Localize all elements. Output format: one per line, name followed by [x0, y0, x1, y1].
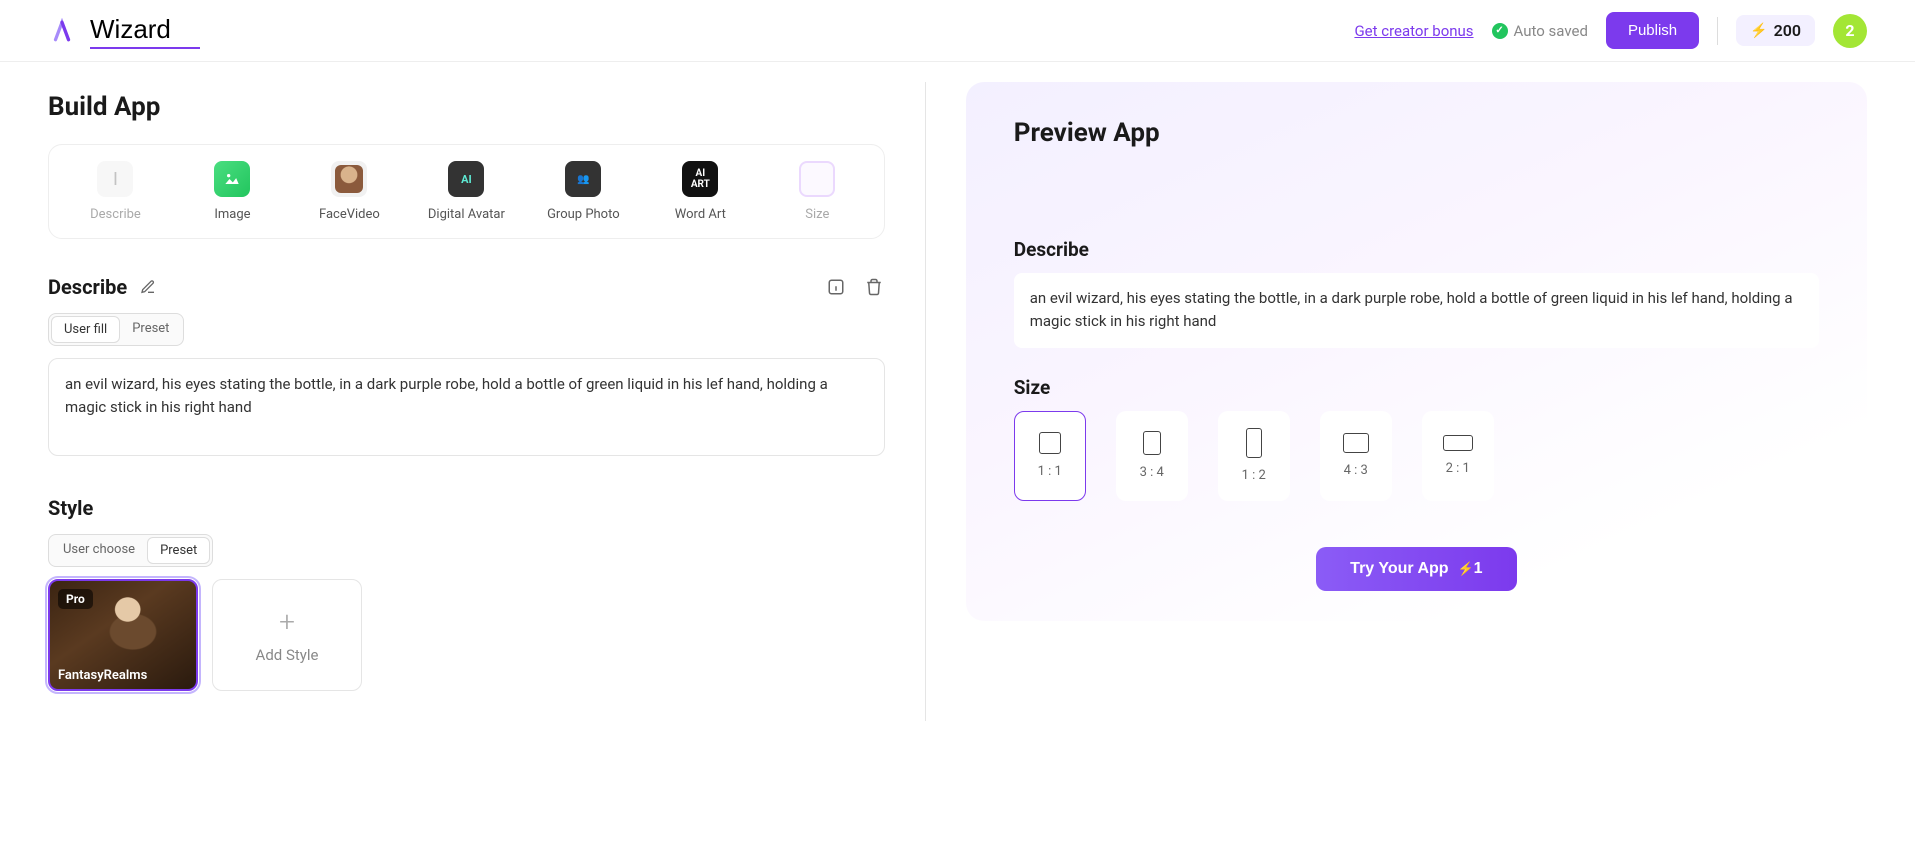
- tab-user-fill[interactable]: User fill: [51, 316, 120, 343]
- ratio-icon: [1343, 433, 1369, 453]
- style-heading: Style: [48, 496, 93, 520]
- tab-preset[interactable]: Preset: [120, 316, 181, 343]
- size-label: 2 : 1: [1446, 461, 1470, 476]
- build-pane: Build App I Describe Image FaceVideo AI …: [48, 62, 885, 721]
- autosaved-label: Auto saved: [1514, 22, 1588, 40]
- credits-badge[interactable]: ⚡ 200: [1736, 15, 1815, 46]
- tool-label: Image: [214, 207, 250, 222]
- describe-input[interactable]: [48, 358, 885, 456]
- describe-tabs: User fill Preset: [48, 313, 184, 346]
- style-row: Pro FantasyRealms + Add Style: [48, 579, 885, 691]
- style-tabs: User choose Preset: [48, 534, 213, 567]
- style-header: Style: [48, 496, 885, 520]
- tool-label: FaceVideo: [319, 207, 380, 222]
- creator-bonus-link[interactable]: Get creator bonus: [1354, 22, 1473, 40]
- preview-size-heading: Size: [1014, 376, 1819, 399]
- preview-describe-text: an evil wizard, his eyes stating the bot…: [1014, 273, 1819, 348]
- text-icon: I: [97, 161, 133, 197]
- tool-describe[interactable]: I Describe: [59, 161, 172, 222]
- face-icon: [331, 161, 367, 197]
- info-icon[interactable]: [825, 276, 847, 298]
- size-label: 1 : 1: [1038, 464, 1062, 479]
- size-label: 3 : 4: [1140, 465, 1164, 480]
- size-1-1[interactable]: 1 : 1: [1014, 411, 1086, 501]
- avatar[interactable]: 2: [1833, 14, 1867, 48]
- group-icon: 👥: [565, 161, 601, 197]
- tool-digital-avatar[interactable]: AI Digital Avatar: [410, 161, 523, 222]
- app-name-input[interactable]: [90, 12, 200, 49]
- size-icon: [799, 161, 835, 197]
- tool-group-photo[interactable]: 👥 Group Photo: [527, 161, 640, 222]
- add-style-label: Add Style: [256, 646, 319, 664]
- header: Get creator bonus ✓ Auto saved Publish ⚡…: [0, 0, 1915, 62]
- preview-panel: Preview App Describe an evil wizard, his…: [966, 82, 1867, 621]
- tool-size[interactable]: Size: [761, 161, 874, 222]
- size-label: 1 : 2: [1242, 468, 1266, 483]
- image-icon: [214, 161, 250, 197]
- credits-value: 200: [1774, 21, 1801, 40]
- ratio-icon: [1039, 432, 1061, 454]
- try-cost: 1: [1474, 560, 1483, 577]
- preview-describe-heading: Describe: [1014, 238, 1819, 261]
- describe-heading: Describe: [48, 275, 127, 299]
- size-label: 4 : 3: [1344, 463, 1368, 478]
- plus-icon: +: [279, 605, 295, 638]
- preview-title: Preview App: [1014, 118, 1819, 148]
- bolt-icon: ⚡: [1750, 23, 1767, 39]
- pro-badge: Pro: [58, 589, 93, 609]
- style-name: FantasyRealms: [58, 668, 147, 683]
- main: Build App I Describe Image FaceVideo AI …: [0, 62, 1915, 721]
- tool-label: Digital Avatar: [428, 207, 505, 222]
- tool-label: Size: [805, 207, 829, 222]
- tool-label: Word Art: [675, 207, 726, 222]
- header-right: Get creator bonus ✓ Auto saved Publish ⚡…: [1354, 12, 1867, 49]
- logo-icon: [48, 17, 76, 45]
- size-4-3[interactable]: 4 : 3: [1320, 411, 1392, 501]
- tool-label: Describe: [90, 207, 141, 222]
- trash-icon[interactable]: [863, 276, 885, 298]
- pane-divider: [925, 82, 926, 721]
- autosaved-status: ✓ Auto saved: [1492, 22, 1588, 40]
- wordart-icon: AIART: [682, 161, 718, 197]
- edit-icon[interactable]: [137, 276, 159, 298]
- ratio-icon: [1143, 431, 1161, 455]
- add-style-button[interactable]: + Add Style: [212, 579, 362, 691]
- tab-style-preset[interactable]: Preset: [147, 537, 210, 564]
- try-your-app-button[interactable]: Try Your App ⚡1: [1316, 547, 1516, 591]
- style-thumb: [80, 591, 186, 665]
- header-left: [48, 12, 200, 49]
- publish-button[interactable]: Publish: [1606, 12, 1699, 49]
- tab-user-choose[interactable]: User choose: [51, 537, 147, 564]
- divider: [1717, 17, 1718, 45]
- tool-facevideo[interactable]: FaceVideo: [293, 161, 406, 222]
- ratio-icon: [1443, 435, 1473, 451]
- try-label: Try Your App: [1350, 560, 1448, 577]
- size-2-1[interactable]: 2 : 1: [1422, 411, 1494, 501]
- describe-header: Describe: [48, 275, 885, 299]
- size-row: 1 : 1 3 : 4 1 : 2 4 : 3 2 : 1: [1014, 411, 1819, 501]
- check-icon: ✓: [1492, 23, 1508, 39]
- ratio-icon: [1246, 428, 1262, 458]
- preview-pane: Preview App Describe an evil wizard, his…: [966, 62, 1867, 721]
- avatar-icon: AI: [448, 161, 484, 197]
- tool-label: Group Photo: [547, 207, 620, 222]
- tool-word-art[interactable]: AIART Word Art: [644, 161, 757, 222]
- bolt-icon: ⚡: [1457, 561, 1473, 576]
- tools-row: I Describe Image FaceVideo AI Digital Av…: [48, 144, 885, 239]
- size-3-4[interactable]: 3 : 4: [1116, 411, 1188, 501]
- tool-image[interactable]: Image: [176, 161, 289, 222]
- size-1-2[interactable]: 1 : 2: [1218, 411, 1290, 501]
- style-card-fantasyrealms[interactable]: Pro FantasyRealms: [48, 579, 198, 691]
- build-title: Build App: [48, 92, 885, 122]
